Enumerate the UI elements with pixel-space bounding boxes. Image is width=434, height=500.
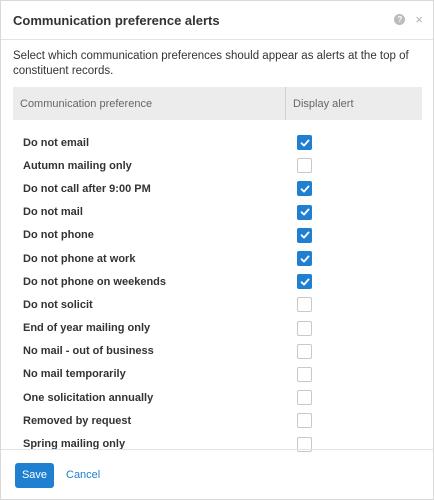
display-alert-checkbox[interactable] <box>297 390 312 406</box>
display-alert-checkbox[interactable] <box>297 343 312 359</box>
preference-row: No mail temporarily <box>1 363 433 386</box>
display-alert-checkbox[interactable] <box>297 135 312 151</box>
checkmark-icon <box>300 255 309 263</box>
dialog-footer: Save Cancel <box>1 449 433 500</box>
checkmark-icon <box>300 231 309 239</box>
checkmark-icon <box>300 139 309 147</box>
preference-label: Do not phone <box>23 229 94 242</box>
preference-label: Do not email <box>23 136 90 149</box>
cancel-button[interactable]: Cancel <box>66 469 100 481</box>
preference-row: Autumn mailing only <box>1 154 433 177</box>
preference-row: No mail - out of business <box>1 340 433 363</box>
preference-label: Autumn mailing only <box>23 159 132 172</box>
column-header-preference: Communication preference <box>13 87 286 120</box>
preference-row: One solicitation annually <box>1 386 433 409</box>
preference-label: Removed by request <box>23 414 132 427</box>
display-alert-checkbox[interactable] <box>297 181 312 197</box>
help-icon[interactable]: ? <box>394 14 406 25</box>
dialog-title: Communication preference alerts <box>13 12 220 28</box>
communication-preference-dialog: Communication preference alerts ? × Sele… <box>0 0 434 500</box>
table-header: Communication preference Display alert <box>13 87 422 120</box>
preference-label: No mail - out of business <box>23 345 154 358</box>
close-icon[interactable]: × <box>415 13 423 26</box>
preference-row: Do not phone <box>1 224 433 247</box>
display-alert-checkbox[interactable] <box>297 366 312 382</box>
checkmark-icon <box>300 185 309 193</box>
display-alert-checkbox[interactable] <box>297 227 312 243</box>
preference-label: End of year mailing only <box>23 322 151 335</box>
display-alert-checkbox[interactable] <box>297 251 312 267</box>
dialog-description: Select which communication preferences s… <box>13 50 409 77</box>
display-alert-checkbox[interactable] <box>297 320 312 336</box>
preference-row: Do not solicit <box>1 293 433 316</box>
checkmark-icon <box>300 278 309 286</box>
display-alert-checkbox[interactable] <box>297 274 312 290</box>
display-alert-checkbox[interactable] <box>297 297 312 313</box>
preference-row: Do not call after 9:00 PM <box>1 177 433 200</box>
preference-label: Do not phone at work <box>23 252 136 265</box>
display-alert-checkbox[interactable] <box>297 204 312 220</box>
preference-list: Do not email Autumn mailing only Do not ca… <box>1 131 433 456</box>
preference-row: Do not email <box>1 131 433 154</box>
checkmark-icon <box>300 208 309 216</box>
column-header-display-alert: Display alert <box>293 97 354 110</box>
preference-row: Do not phone on weekends <box>1 270 433 293</box>
preference-row: Do not phone at work <box>1 247 433 270</box>
preference-label: Do not solicit <box>23 298 93 311</box>
preference-row: End of year mailing only <box>1 317 433 340</box>
dialog-header: Communication preference alerts ? × <box>1 1 433 40</box>
preference-row: Removed by request <box>1 409 433 432</box>
preference-row: Do not mail <box>1 201 433 224</box>
preference-label: One solicitation annually <box>23 391 154 404</box>
preference-label: Do not phone on weekends <box>23 275 167 288</box>
display-alert-checkbox[interactable] <box>297 413 312 429</box>
display-alert-checkbox[interactable] <box>297 158 312 174</box>
preference-label: Do not mail <box>23 206 83 219</box>
preference-label: No mail temporarily <box>23 368 126 381</box>
preference-label: Do not call after 9:00 PM <box>23 182 151 195</box>
save-button[interactable]: Save <box>15 462 54 488</box>
header-icons: ? × <box>394 13 423 26</box>
